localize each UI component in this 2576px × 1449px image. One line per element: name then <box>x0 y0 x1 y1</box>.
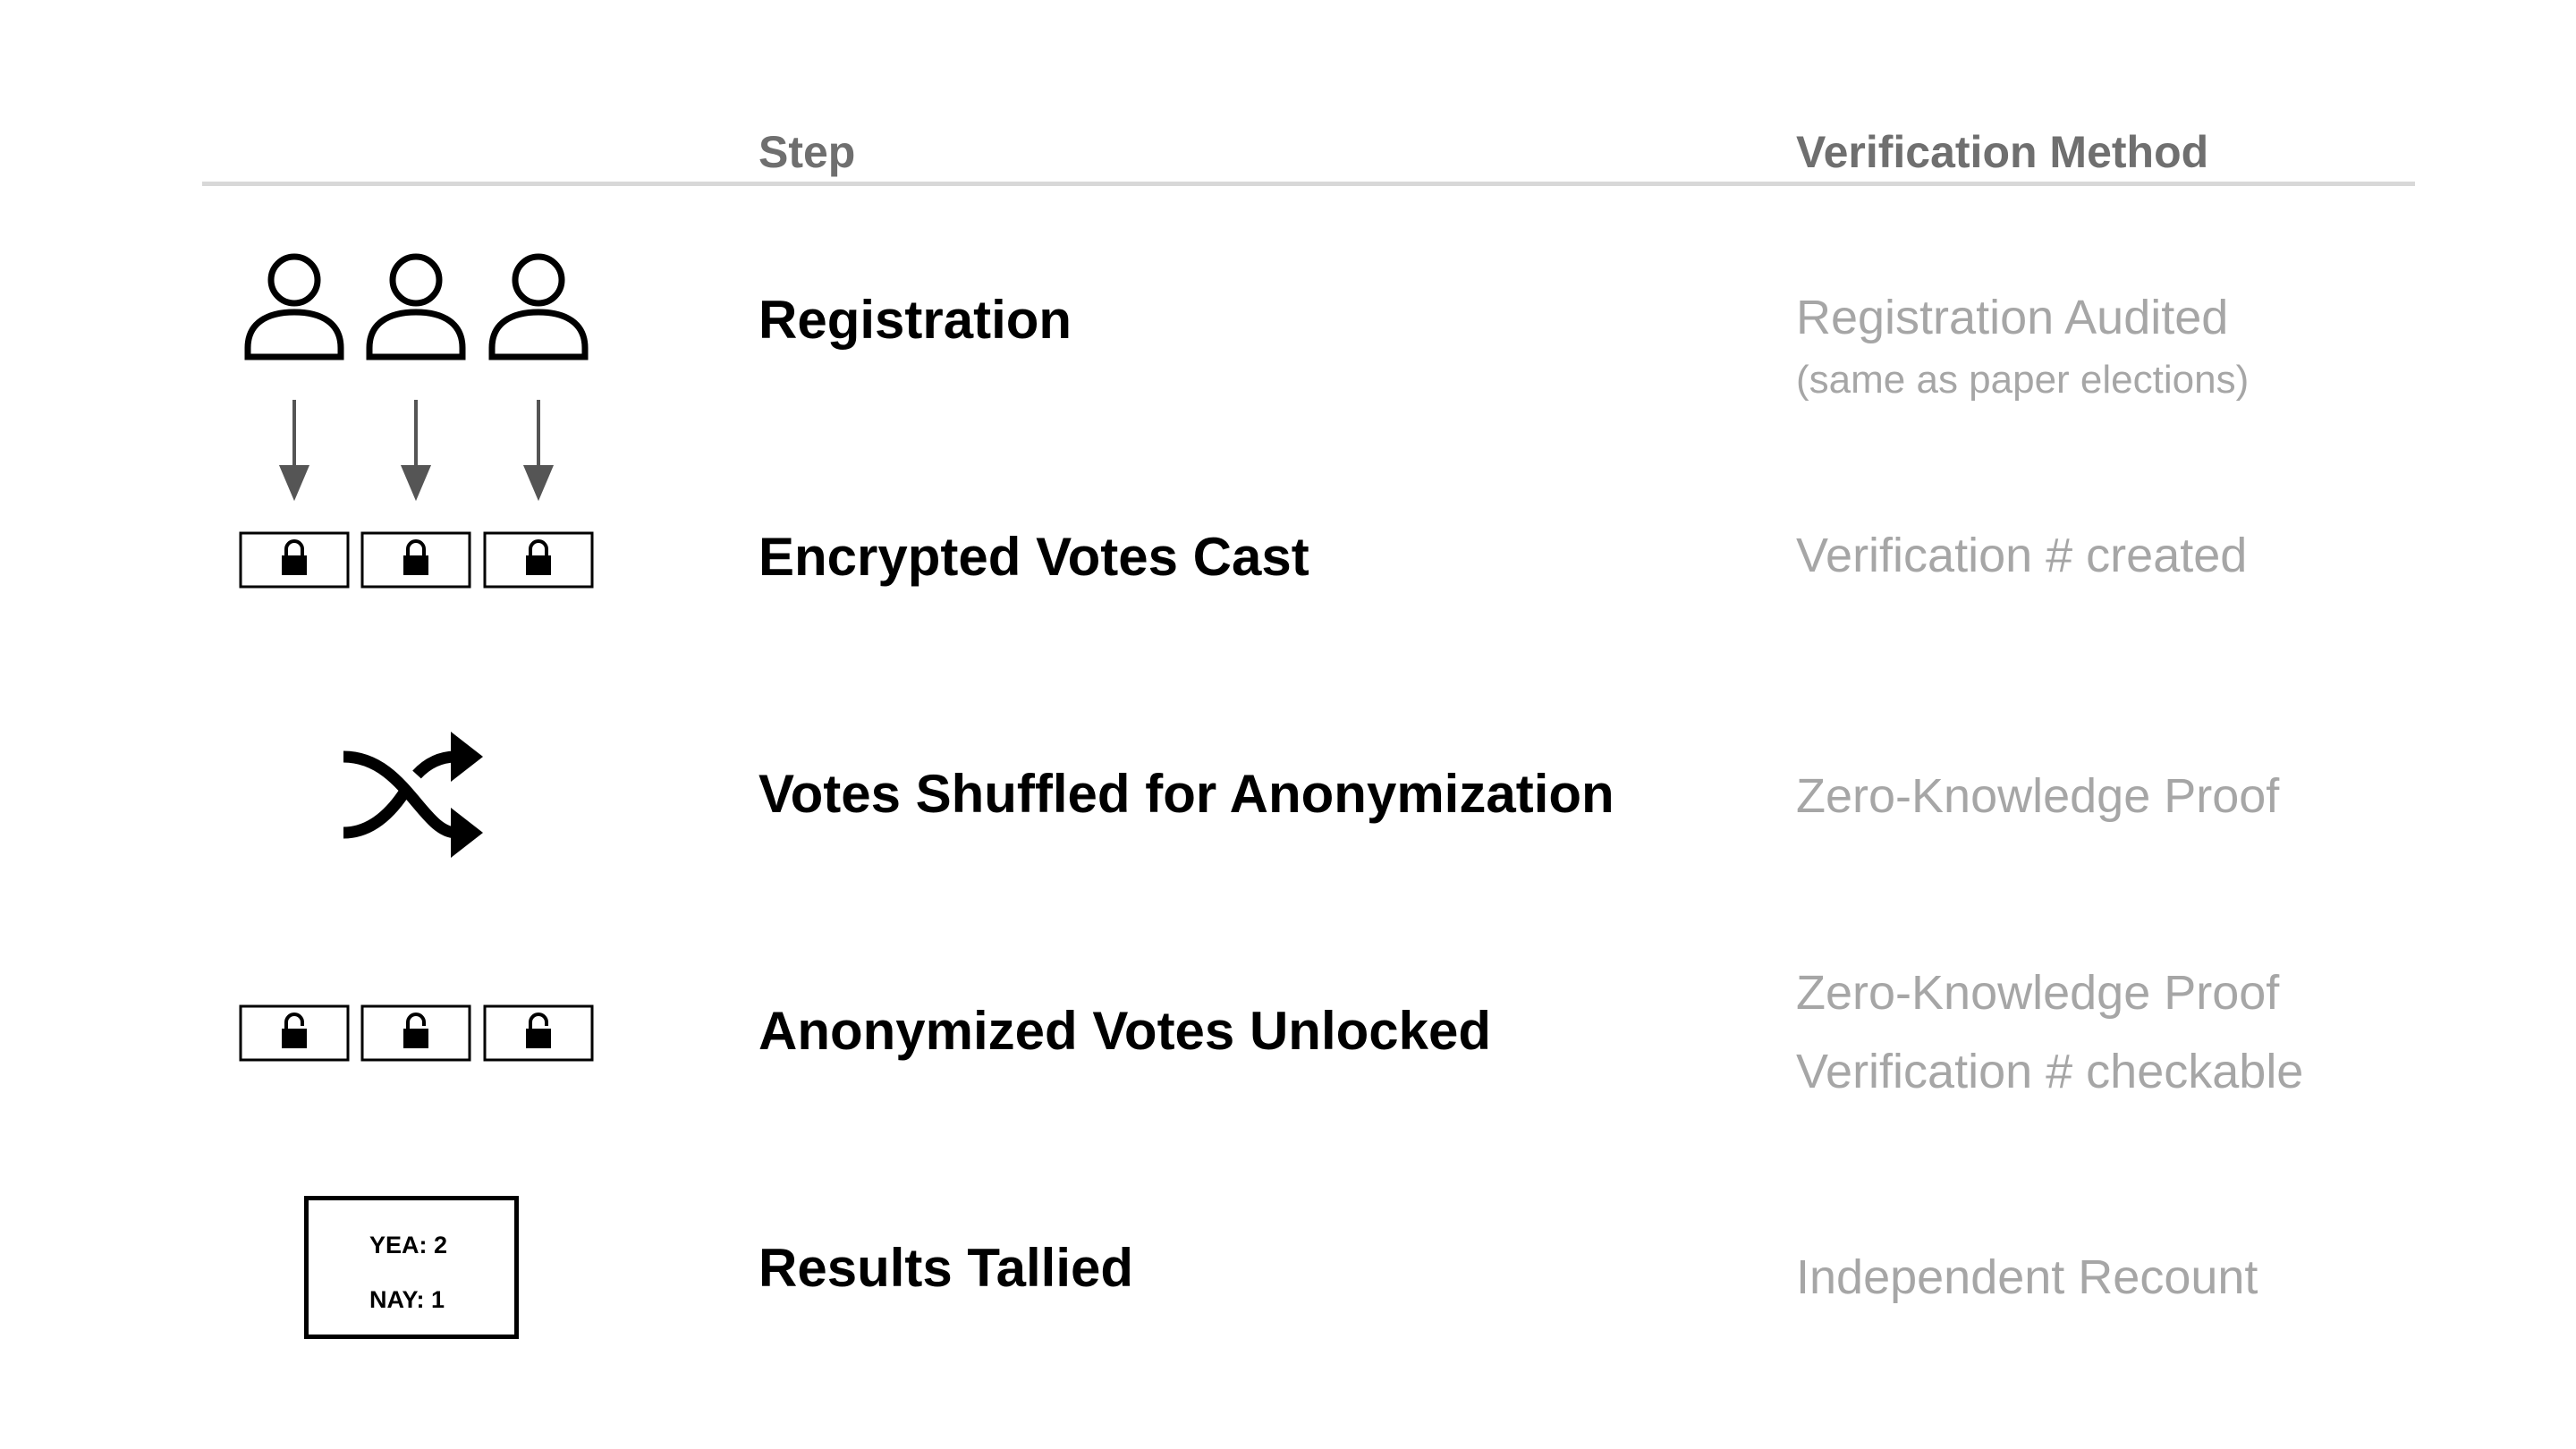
unlocked-ballot-icon <box>483 1004 594 1062</box>
step-registration: Registration <box>758 290 1072 350</box>
verification-number-checkable: Verification # checkable <box>1796 1045 2304 1098</box>
down-arrow-icon <box>278 400 310 502</box>
unlocked-ballot-icon <box>239 1004 350 1062</box>
verification-zero-knowledge-proof: Zero-Knowledge Proof <box>1796 966 2280 1020</box>
tally-nay: NAY: 1 <box>369 1286 445 1313</box>
tally-yea: YEA: 2 <box>369 1232 448 1258</box>
down-arrow-icon <box>522 400 555 502</box>
down-arrow-icon <box>400 400 432 502</box>
shuffle-icon <box>343 750 457 839</box>
shuffle-arrowhead <box>451 732 483 782</box>
person-icon <box>369 257 462 357</box>
verification-note: (same as paper elections) <box>1796 358 2250 402</box>
shuffle-arrowhead <box>451 808 483 858</box>
person-icon <box>492 257 585 357</box>
verification-registration-audited: Registration Audited <box>1796 291 2229 344</box>
locked-ballot-icon <box>483 531 594 589</box>
step-votes-shuffled: Votes Shuffled for Anonymization <box>758 764 1614 824</box>
locked-ballot-icon <box>360 531 471 589</box>
person-icon <box>248 257 341 357</box>
step-encrypted-votes-cast: Encrypted Votes Cast <box>758 527 1309 587</box>
verification-zero-knowledge-proof: Zero-Knowledge Proof <box>1796 769 2280 823</box>
unlocked-ballot-icon <box>360 1004 471 1062</box>
step-results-tallied: Results Tallied <box>758 1238 1134 1298</box>
verification-number-created: Verification # created <box>1796 529 2248 582</box>
locked-ballot-icon <box>239 531 350 589</box>
step-votes-unlocked: Anonymized Votes Unlocked <box>758 1001 1492 1061</box>
verification-independent-recount: Independent Recount <box>1796 1250 2258 1304</box>
tally-box: YEA: 2 NAY: 1 <box>304 1196 519 1339</box>
